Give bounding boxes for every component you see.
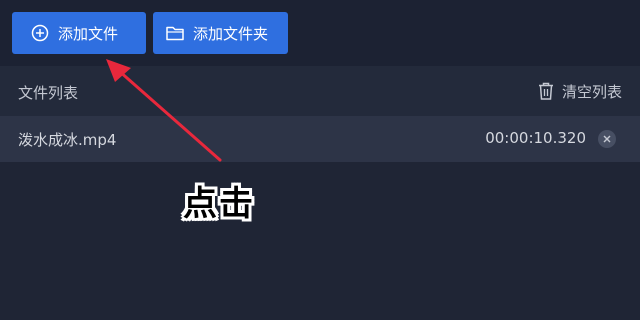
clear-list-label: 清空列表 xyxy=(561,82,622,101)
folder-icon xyxy=(165,23,185,43)
plus-circle-icon xyxy=(30,23,50,43)
file-list-item[interactable]: 泼水成冰.mp4 00:00:10.320 xyxy=(0,116,640,162)
file-list-title: 文件列表 xyxy=(18,84,79,102)
toolbar: 添加文件 添加文件夹 xyxy=(0,0,640,66)
trash-icon xyxy=(536,81,556,101)
add-file-label: 添加文件 xyxy=(58,24,119,43)
app-window: 添加文件 添加文件夹 文件列表 清空列表 泼水成冰.mp4 00:00:10.3… xyxy=(0,0,640,320)
annotation-label: 点击 xyxy=(183,184,255,224)
add-folder-label: 添加文件夹 xyxy=(193,24,269,43)
file-name: 泼水成冰.mp4 xyxy=(18,131,117,149)
add-folder-button[interactable]: 添加文件夹 xyxy=(153,12,288,54)
remove-file-button[interactable] xyxy=(598,130,616,148)
clear-list-button[interactable]: 清空列表 xyxy=(536,79,622,103)
add-file-button[interactable]: 添加文件 xyxy=(12,12,146,54)
close-icon xyxy=(602,134,612,144)
file-list-header: 文件列表 清空列表 xyxy=(0,66,640,116)
file-duration: 00:00:10.320 xyxy=(485,129,586,147)
